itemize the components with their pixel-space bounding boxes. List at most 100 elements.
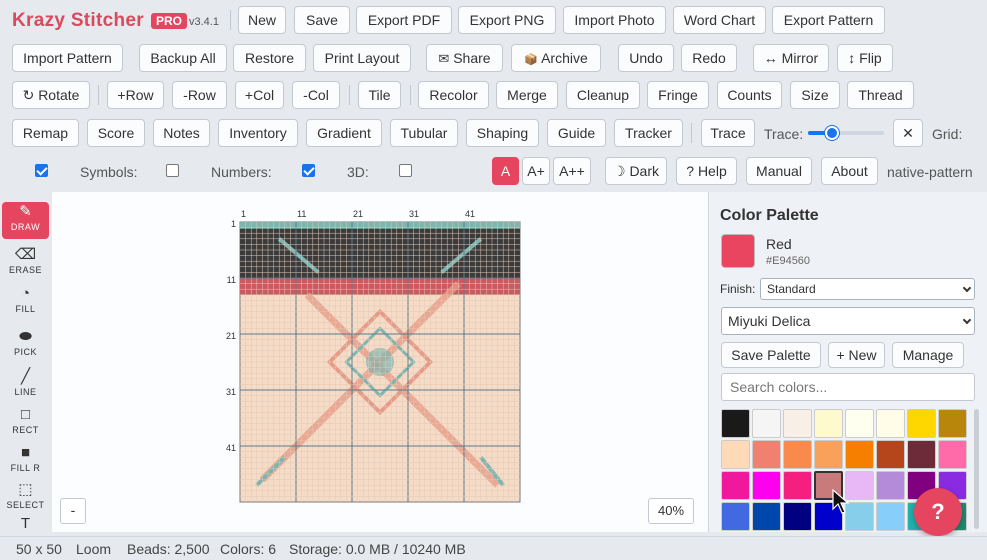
color-swatch[interactable] [876, 440, 905, 469]
tracker-button[interactable]: Tracker [614, 119, 683, 147]
tool-fill[interactable]: ◔ FILL [2, 284, 49, 321]
shaping-button[interactable]: Shaping [466, 119, 539, 147]
word-chart-button[interactable]: Word Chart [673, 6, 766, 34]
color-swatch[interactable] [752, 409, 781, 438]
new-button[interactable]: New [238, 6, 286, 34]
manage-palette-button[interactable]: Manage [892, 342, 964, 368]
score-button[interactable]: Score [87, 119, 145, 147]
bead-brand-select[interactable]: Miyuki Delica [721, 307, 975, 335]
inventory-button[interactable]: Inventory [218, 119, 298, 147]
tool-draw[interactable]: ✎ DRAW [2, 202, 49, 239]
color-swatch[interactable] [721, 502, 750, 531]
export-png-button[interactable]: Export PNG [458, 6, 556, 34]
color-swatch[interactable] [752, 502, 781, 531]
color-swatch[interactable] [814, 409, 843, 438]
tool-erase[interactable]: ⌫ ERASE [2, 245, 49, 282]
backup-all-button[interactable]: Backup All [139, 44, 227, 72]
tubular-button[interactable]: Tubular [390, 119, 458, 147]
color-swatch[interactable] [876, 471, 905, 500]
tool-rect[interactable]: □ RECT [2, 405, 49, 442]
color-swatch[interactable] [752, 471, 781, 500]
color-swatch[interactable] [845, 440, 874, 469]
manual-button[interactable]: Manual [746, 157, 812, 185]
grid-checkbox[interactable] [35, 164, 48, 177]
cleanup-button[interactable]: Cleanup [566, 81, 640, 109]
color-swatch[interactable] [783, 502, 812, 531]
tool-pick[interactable]: ⬬ PICK [2, 327, 49, 364]
flip-button[interactable]: ↕ Flip [837, 44, 893, 72]
remap-button[interactable]: Remap [12, 119, 79, 147]
color-swatch[interactable] [845, 409, 874, 438]
restore-button[interactable]: Restore [233, 44, 306, 72]
color-swatch[interactable] [907, 409, 936, 438]
undo-button[interactable]: Undo [618, 44, 674, 72]
print-layout-button[interactable]: Print Layout [313, 44, 411, 72]
color-swatch[interactable] [814, 440, 843, 469]
save-palette-button[interactable]: Save Palette [721, 342, 821, 368]
color-swatch[interactable] [752, 440, 781, 469]
tool-fill-r[interactable]: ■ FILL R [2, 443, 49, 480]
about-button[interactable]: About [821, 157, 878, 185]
finish-select[interactable]: Standard [760, 278, 975, 300]
merge-button[interactable]: Merge [496, 81, 558, 109]
tool-line[interactable]: ╱ LINE [2, 367, 49, 404]
status-mode: Loom [76, 541, 112, 557]
help-fab-button[interactable]: ? [914, 488, 962, 536]
redo-button[interactable]: Redo [681, 44, 737, 72]
mirror-button[interactable]: ↔ Mirror [753, 44, 829, 72]
guide-button[interactable]: Guide [547, 119, 606, 147]
export-pattern-button[interactable]: Export Pattern [772, 6, 885, 34]
gradient-button[interactable]: Gradient [306, 119, 382, 147]
zoom-out-button[interactable]: - [60, 498, 86, 524]
add-col-button[interactable]: +Col [235, 81, 284, 109]
current-color-swatch[interactable] [721, 234, 755, 268]
color-swatch[interactable] [721, 440, 750, 469]
dark-mode-button[interactable]: ☽ Dark [605, 157, 667, 185]
color-swatch[interactable] [938, 440, 967, 469]
archive-button[interactable]: 📦 Archive [511, 44, 601, 72]
add-row-button[interactable]: +Row [107, 81, 164, 109]
color-swatch[interactable] [783, 471, 812, 500]
tile-button[interactable]: Tile [358, 81, 401, 109]
remove-col-button[interactable]: -Col [292, 81, 340, 109]
share-button[interactable]: ✉ Share [426, 44, 503, 72]
trace-close-button[interactable]: ✕ [893, 119, 923, 147]
counts-button[interactable]: Counts [717, 81, 782, 109]
save-button[interactable]: Save [294, 6, 350, 34]
rotate-button[interactable]: ↻ Rotate [12, 81, 90, 109]
color-swatch[interactable] [876, 409, 905, 438]
recolor-button[interactable]: Recolor [418, 81, 489, 109]
size-button[interactable]: Size [790, 81, 840, 109]
color-swatch[interactable] [783, 440, 812, 469]
export-pdf-button[interactable]: Export PDF [356, 6, 452, 34]
help-button[interactable]: ? Help [676, 157, 737, 185]
color-swatch[interactable] [721, 471, 750, 500]
color-swatch[interactable] [907, 440, 936, 469]
thread-button[interactable]: Thread [847, 81, 914, 109]
app-brand: Krazy Stitcher [12, 10, 144, 31]
trace-button[interactable]: Trace [701, 119, 755, 147]
3d-checkbox[interactable] [399, 164, 412, 177]
font-size-xlarge-button[interactable]: A++ [553, 157, 591, 185]
color-search-input[interactable]: Search colors... [721, 373, 975, 401]
remove-row-button[interactable]: -Row [172, 81, 227, 109]
font-size-normal-button[interactable]: A [492, 157, 519, 185]
palette-scrollbar[interactable] [974, 409, 979, 529]
tool-select[interactable]: ⬚ SELECT [2, 480, 49, 517]
pattern-grid[interactable]: 1 11 21 31 41111213141 [52, 192, 708, 532]
trace-opacity-slider[interactable] [808, 126, 884, 140]
new-palette-button[interactable]: + New [828, 342, 885, 368]
pattern-canvas-area[interactable]: 1 11 21 31 41 1 11 21 31 41 - 40% [52, 192, 708, 532]
color-swatch[interactable] [938, 409, 967, 438]
import-photo-button[interactable]: Import Photo [563, 6, 666, 34]
color-swatch[interactable] [783, 409, 812, 438]
notes-button[interactable]: Notes [153, 119, 210, 147]
color-swatch[interactable] [721, 409, 750, 438]
font-size-large-button[interactable]: A+ [522, 157, 550, 185]
symbols-checkbox[interactable] [166, 164, 179, 177]
import-pattern-button[interactable]: Import Pattern [12, 44, 123, 72]
zoom-level[interactable]: 40% [648, 498, 694, 524]
color-swatch[interactable] [876, 502, 905, 531]
fringe-button[interactable]: Fringe [647, 81, 709, 109]
numbers-checkbox[interactable] [302, 164, 315, 177]
